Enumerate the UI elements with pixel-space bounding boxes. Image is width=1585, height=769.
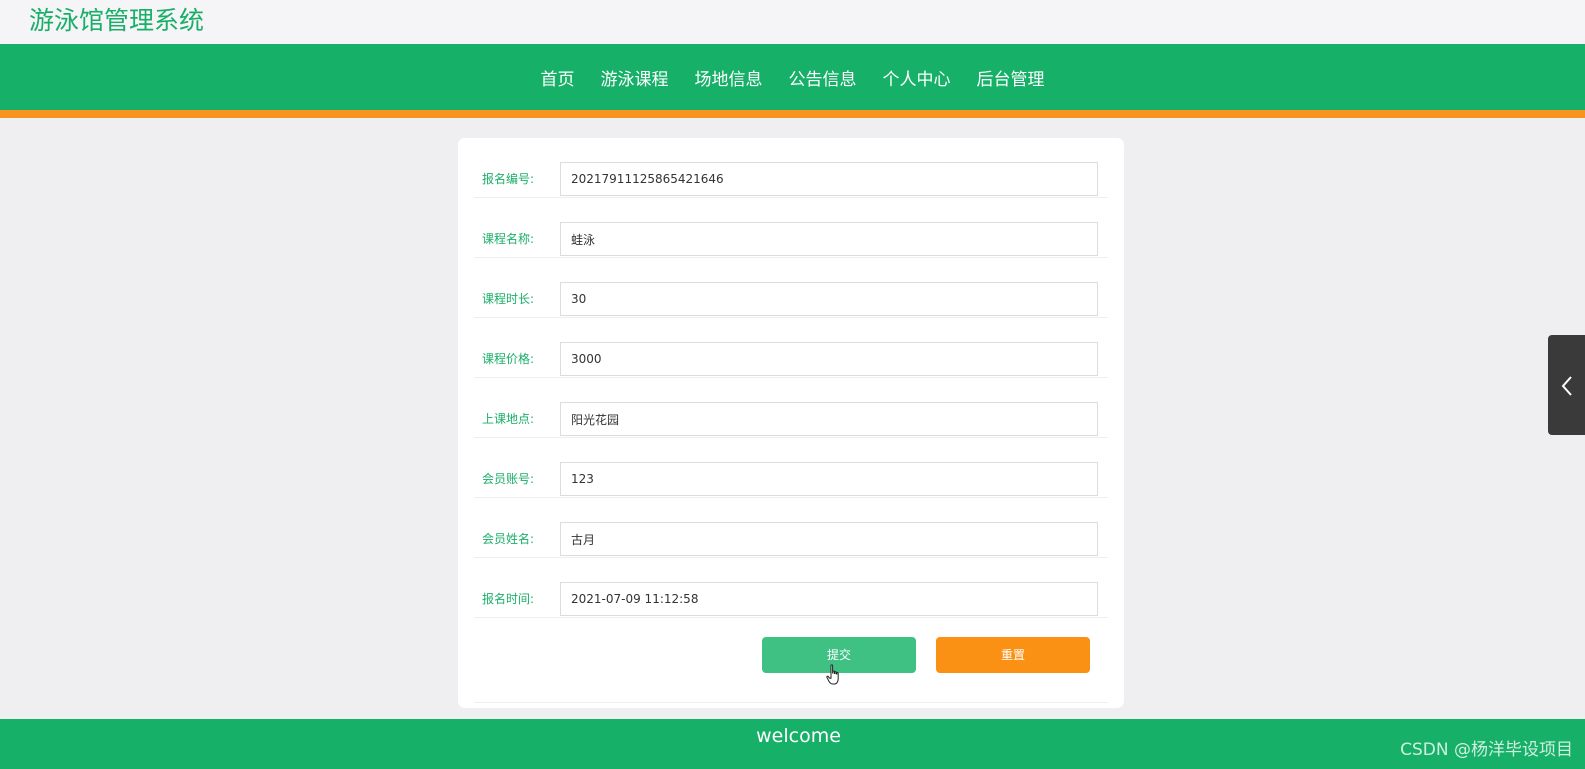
- nav-item-personal-center[interactable]: 个人中心: [883, 65, 951, 90]
- field-label: 上课地点:: [482, 412, 535, 426]
- member-name-input[interactable]: [560, 522, 1098, 556]
- site-title: 游泳馆管理系统: [29, 6, 205, 35]
- field-label: 课程时长:: [482, 292, 535, 306]
- form-row-member-name: 会员姓名:: [474, 498, 1108, 558]
- field-label: 报名时间:: [482, 592, 535, 606]
- reset-button[interactable]: 重置: [936, 637, 1090, 673]
- class-location-input[interactable]: [560, 402, 1098, 436]
- form-row-course-duration: 课程时长:: [474, 258, 1108, 318]
- field-label: 课程价格:: [482, 352, 535, 366]
- nav-item-venue-info[interactable]: 场地信息: [695, 65, 763, 90]
- form-row-course-price: 课程价格:: [474, 318, 1108, 378]
- field-label: 会员账号:: [482, 472, 535, 486]
- field-label: 会员姓名:: [482, 532, 535, 546]
- top-header-bar: 游泳馆管理系统: [0, 0, 1585, 44]
- registration-id-input[interactable]: [560, 162, 1098, 196]
- field-label: 报名编号:: [482, 172, 535, 186]
- registration-time-input[interactable]: [560, 582, 1098, 616]
- nav-item-home[interactable]: 首页: [541, 65, 575, 90]
- footer-welcome-text: welcome: [756, 725, 841, 747]
- form-row-registration-id: 报名编号:: [474, 138, 1108, 198]
- course-duration-input[interactable]: [560, 282, 1098, 316]
- navbar-accent-stripe: [0, 110, 1585, 118]
- registration-form-card: 报名编号: 课程名称: 课程时长: 课程价格: 上课地点: 会员账号: 会员姓名…: [458, 138, 1124, 708]
- watermark-text: CSDN @杨洋毕设项目: [1400, 740, 1573, 760]
- course-name-input[interactable]: [560, 222, 1098, 256]
- nav-item-announcements[interactable]: 公告信息: [789, 65, 857, 90]
- member-account-input[interactable]: [560, 462, 1098, 496]
- form-row-class-location: 上课地点:: [474, 378, 1108, 438]
- chevron-left-icon: [1561, 376, 1572, 396]
- form-row-course-name: 课程名称:: [474, 198, 1108, 258]
- form-row-registration-time: 报名时间:: [474, 558, 1108, 618]
- field-label: 课程名称:: [482, 232, 535, 246]
- hand-pointer-icon: [826, 664, 839, 685]
- nav-item-swim-courses[interactable]: 游泳课程: [601, 65, 669, 90]
- course-price-input[interactable]: [560, 342, 1098, 376]
- side-panel-toggle[interactable]: [1548, 335, 1585, 435]
- form-row-member-account: 会员账号:: [474, 438, 1108, 498]
- nav-menu: 首页 游泳课程 场地信息 公告信息 个人中心 后台管理: [0, 44, 1585, 110]
- nav-item-admin[interactable]: 后台管理: [977, 65, 1045, 90]
